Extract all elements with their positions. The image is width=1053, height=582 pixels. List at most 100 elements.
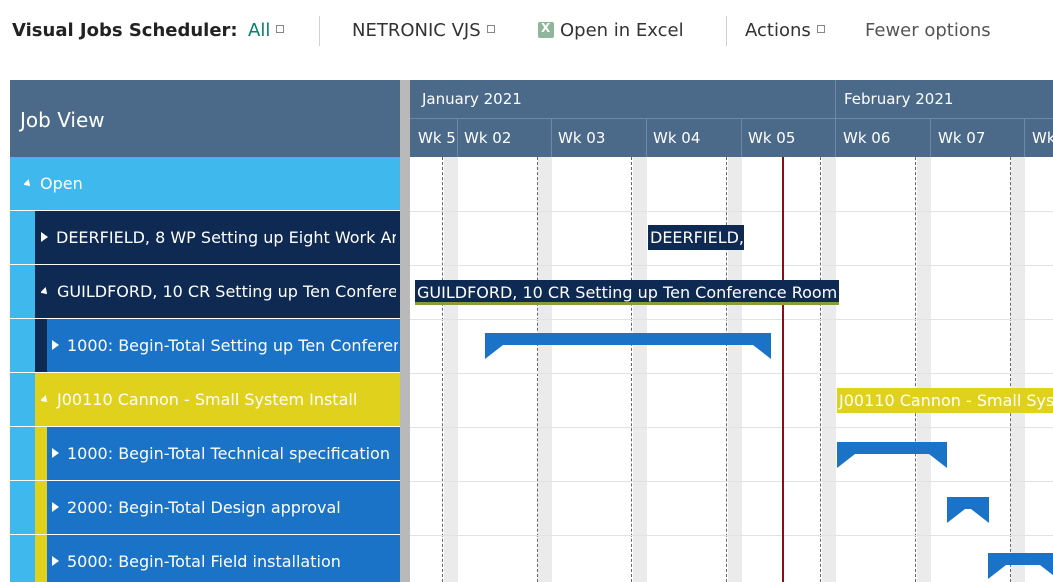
collapse-icon xyxy=(24,179,33,189)
week-gridline xyxy=(915,157,916,582)
expand-icon xyxy=(52,556,59,566)
action-bar: Visual Jobs Scheduler: All NETRONIC VJS … xyxy=(0,0,1053,62)
tree-row-text: 1000: Begin-Total Setting up Ten Confere… xyxy=(67,336,398,355)
job-bar-cannon[interactable]: J00110 Cannon - Small System Install xyxy=(837,388,1053,413)
row-gridline xyxy=(410,373,1053,374)
week-divider xyxy=(835,119,836,157)
tree-row-job[interactable]: DEERFIELD, 8 WP Setting up Eight Work Ar… xyxy=(10,211,400,265)
open-in-excel-button[interactable]: Open in Excel xyxy=(538,20,684,41)
tree-row-label: 1000: Begin-Total Setting up Ten Confere… xyxy=(52,336,398,355)
weekend-stripe xyxy=(1011,157,1025,582)
toolbar-divider xyxy=(319,16,320,46)
actions-label: Actions xyxy=(745,20,811,41)
fewer-options-button[interactable]: Fewer options xyxy=(865,20,991,41)
today-line xyxy=(782,157,784,582)
tree-row-task[interactable]: 2000: Begin-Total Design approval xyxy=(10,481,400,535)
week-divider xyxy=(1024,119,1025,157)
weekend-stripe xyxy=(538,157,552,582)
filter-all-dropdown[interactable]: All xyxy=(248,20,285,41)
tree-row-job[interactable]: GUILDFORD, 10 CR Setting up Ten Conferen… xyxy=(10,265,400,319)
tree-indent xyxy=(10,211,35,264)
tree-row-task[interactable]: 1000: Begin-Total Technical specificatio… xyxy=(10,427,400,481)
expand-icon xyxy=(41,232,48,242)
tree-row-job[interactable]: J00110 Cannon - Small System Install xyxy=(10,373,400,427)
tree-indent xyxy=(10,427,35,480)
job-bar-label: GUILDFORD, 10 CR Setting up Ten Conferen… xyxy=(417,283,838,302)
netronic-vjs-label: NETRONIC VJS xyxy=(352,20,481,41)
job-bar-deerfield[interactable]: DEERFIELD, xyxy=(648,225,744,250)
tree-indent xyxy=(10,535,35,582)
week-divider xyxy=(930,119,931,157)
week-label: Wk 02 xyxy=(464,129,512,147)
week-divider xyxy=(457,119,458,157)
filter-all-label: All xyxy=(248,20,271,41)
week-label: Wk 06 xyxy=(843,129,891,147)
tree-row-label: J00110 Cannon - Small System Install xyxy=(41,390,396,409)
pane-splitter[interactable] xyxy=(400,80,410,582)
weekend-stripe xyxy=(728,157,742,582)
week-label: Wk 05 xyxy=(748,129,796,147)
tree-row-text: Open xyxy=(40,174,83,193)
header-divider xyxy=(410,118,1053,119)
timeline-grid[interactable]: DEERFIELD, GUILDFORD, 10 CR Setting up T… xyxy=(410,157,1053,582)
tree-indent xyxy=(35,481,47,534)
job-bar-guildford[interactable]: GUILDFORD, 10 CR Setting up Ten Conferen… xyxy=(415,280,839,305)
excel-icon xyxy=(538,21,554,38)
week-label: Wk 04 xyxy=(653,129,701,147)
tree-row-task[interactable]: 1000: Begin-Total Setting up Ten Confere… xyxy=(10,319,400,373)
week-label: Wk 03 xyxy=(558,129,606,147)
chevron-down-icon xyxy=(486,25,495,33)
week-divider xyxy=(551,119,552,157)
week-label: Wk 07 xyxy=(938,129,986,147)
month-label: January 2021 xyxy=(422,90,522,108)
weekend-stripe xyxy=(444,157,458,582)
weekend-stripe xyxy=(917,157,931,582)
week-gridline xyxy=(1010,157,1011,582)
tree-row-text: GUILDFORD, 10 CR Setting up Ten Conferen… xyxy=(57,282,396,301)
tree-row-open[interactable]: Open xyxy=(10,157,400,211)
week-gridline xyxy=(631,157,632,582)
tree-indent xyxy=(35,427,47,480)
timeline-header: January 2021 February 2021 Wk 5 Wk 02 Wk… xyxy=(410,80,1053,157)
open-in-excel-label: Open in Excel xyxy=(560,20,684,41)
week-label: Wk 5 xyxy=(418,129,456,147)
actions-menu[interactable]: Actions xyxy=(745,20,825,41)
task-summary-bar[interactable] xyxy=(988,553,1053,579)
tree-row-text: 5000: Begin-Total Field installation xyxy=(67,552,341,571)
tree-indent xyxy=(10,373,35,426)
row-gridline xyxy=(410,481,1053,482)
month-label: February 2021 xyxy=(844,90,954,108)
expand-icon xyxy=(52,448,59,458)
week-gridline xyxy=(726,157,727,582)
tree-indent xyxy=(10,265,35,318)
tree-row-task[interactable]: 5000: Begin-Total Field installation xyxy=(10,535,400,582)
week-divider xyxy=(741,119,742,157)
chevron-down-icon xyxy=(276,25,285,33)
job-bar-label: DEERFIELD, xyxy=(650,228,744,247)
tree-indent xyxy=(35,535,47,582)
row-gridline xyxy=(410,535,1053,536)
row-gridline xyxy=(410,211,1053,212)
job-tree: Open DEERFIELD, 8 WP Setting up Eight Wo… xyxy=(10,157,400,582)
job-view-title: Job View xyxy=(20,108,105,132)
job-bar-label: J00110 Cannon - Small System Install xyxy=(839,391,1053,410)
week-divider xyxy=(646,119,647,157)
page-title: Visual Jobs Scheduler: xyxy=(12,20,238,41)
task-summary-bar[interactable] xyxy=(485,333,771,359)
tree-row-text: 2000: Begin-Total Design approval xyxy=(67,498,341,517)
netronic-vjs-menu[interactable]: NETRONIC VJS xyxy=(352,20,495,41)
expand-icon xyxy=(52,502,59,512)
weekend-stripe xyxy=(633,157,647,582)
tree-row-label: DEERFIELD, 8 WP Setting up Eight Work Ar… xyxy=(41,228,396,247)
week-gridline xyxy=(537,157,538,582)
chevron-down-icon xyxy=(816,25,825,33)
week-gridline xyxy=(820,157,821,582)
tree-row-label: Open xyxy=(24,174,83,193)
task-summary-bar[interactable] xyxy=(947,497,989,523)
collapse-icon xyxy=(41,287,50,297)
weekend-stripe xyxy=(822,157,836,582)
task-summary-bar[interactable] xyxy=(837,442,947,468)
tree-row-label: 2000: Begin-Total Design approval xyxy=(52,498,398,517)
tree-row-text: DEERFIELD, 8 WP Setting up Eight Work Ar… xyxy=(56,228,396,247)
job-view-header: Job View xyxy=(10,80,400,157)
